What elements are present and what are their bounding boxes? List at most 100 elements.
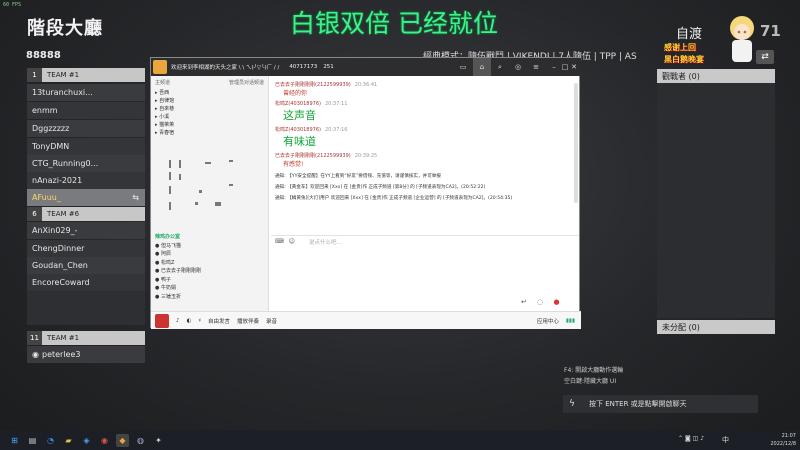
search-icon[interactable]: ⌕ <box>491 58 509 76</box>
player-slot[interactable]: nAnazi-2021 <box>27 172 145 189</box>
fps-counter: 60 FPS <box>3 2 22 8</box>
channel-name-art <box>169 160 233 210</box>
member-item[interactable]: ● 松鸣Z <box>155 259 269 268</box>
player-slot-selected[interactable]: AFuuu_ ⇆ <box>27 189 145 206</box>
player-slot[interactable]: enmm <box>27 102 145 119</box>
member-group: 辣鸡办公室 <box>155 234 181 240</box>
channel-item[interactable]: ▸ 自來巷 <box>155 105 268 113</box>
player-slot[interactable]: ◉ peterlee3 <box>27 346 145 363</box>
team-header: 1 TEAM #1 <box>27 68 145 82</box>
online-count: 251 <box>323 64 334 70</box>
record-button[interactable]: 录音 <box>266 317 277 325</box>
streamer-name: 自渡 <box>676 27 703 42</box>
member-item[interactable]: ● 阿辰 <box>155 250 269 259</box>
system-notice: 通知: 【橘黄兔][大灯]用户 欢迎回来 [Xxx] 在 [金贵]作 正成子频道… <box>275 196 513 201</box>
tray-icons[interactable]: ⌃ ◙ ◫ ♪ <box>678 435 704 442</box>
edge-icon[interactable]: ◔ <box>44 434 57 447</box>
observers-header: 觀戰者 (0) <box>657 69 775 83</box>
send-controls: ↵ ◌ ● <box>521 298 560 306</box>
member-item[interactable]: ● 三锤玉折 <box>155 293 269 302</box>
swap-icon[interactable]: ⇆ <box>132 193 139 202</box>
mixer-icon[interactable]: ♯ <box>198 318 201 324</box>
chat-message: 松鸣Z(403018976) 20:37:16 有味道 <box>275 127 348 148</box>
team-header: 11 TEAM #1 <box>27 331 145 345</box>
emoji-icon[interactable]: ☺ <box>289 238 295 245</box>
player-slot[interactable]: Dggzzzzz <box>27 120 145 137</box>
app-icon[interactable]: ✦ <box>152 434 165 447</box>
sticker-text: 感谢上回 黑白鹅晚宴 <box>664 43 704 64</box>
close-icon[interactable]: ✕ <box>567 58 581 76</box>
player-slot[interactable]: TonyDMN <box>27 138 145 155</box>
stream-overlay-text: 白银双倍 已经就位 <box>290 9 498 38</box>
key-hints: F4: 開啟大廳動作選輪 空白鍵:隱藏大廳 UI <box>564 367 624 385</box>
play-accompaniment-button[interactable]: 播放伴奏 <box>237 317 259 325</box>
gamepad-icon[interactable]: ◎ <box>509 58 527 76</box>
chat-bubble-icon[interactable]: ◌ <box>537 298 543 306</box>
lobby-menu-button[interactable]: ⇄ <box>756 50 774 64</box>
player-slot[interactable]: EncoreCoward <box>27 274 145 291</box>
channel-item[interactable]: ▸ 猫茉茉 <box>155 121 268 129</box>
room-code: 88888 <box>26 50 61 61</box>
player-slot[interactable]: ChengDinner <box>27 240 145 257</box>
record-icon[interactable]: ● <box>553 298 559 306</box>
chat-message: 已去去子剛剛剛剛(2122599939) 20:36:41 曾经的你 <box>275 82 378 97</box>
channel-tree: ▸ 吾西 ▸ 自律馆 ▸ 自來巷 ▸ 小溪 ▸ 猫茉茉 ▸ 青春宿 <box>151 89 268 137</box>
free-speak-button[interactable]: 自由发言 <box>208 317 230 325</box>
ime-indicator[interactable]: 中 <box>722 435 729 445</box>
empty-slot[interactable] <box>27 291 145 308</box>
player-slot[interactable]: CTG_Running0... <box>27 155 145 172</box>
channel-item[interactable]: ▸ 自律馆 <box>155 97 268 105</box>
system-notice: 通知: 【黄金车】欢迎回来 [Xxx] 在 [金贵]作 正成子频道 [第8分] … <box>275 185 486 190</box>
player-slot[interactable]: 13turanchuxi... <box>27 84 145 101</box>
send-icon[interactable]: ↵ <box>521 298 527 306</box>
channel-panel: 主频道 管理员对话频道 ▸ 吾西 ▸ 自律馆 ▸ 自來巷 ▸ 小溪 ▸ 猫茉茉 ▸… <box>151 76 269 329</box>
member-item[interactable]: ● 牛奶娟 <box>155 284 269 293</box>
player-slot[interactable]: AnXin029_- <box>27 222 145 239</box>
channel-tree-header: 主频道 管理员对话频道 <box>155 80 264 86</box>
lobby-title: 階段大廳 <box>27 18 103 39</box>
task-view-icon[interactable]: ▤ <box>26 434 39 447</box>
chat-bar[interactable]: ϟ 按下 ENTER 或是點擊開啟聊天 <box>563 395 758 413</box>
channel-item[interactable]: ▸ 吾西 <box>155 89 268 97</box>
observers-list <box>657 83 775 318</box>
chat-scrollbar[interactable] <box>574 83 578 203</box>
player-slot[interactable]: Goudan_Chen <box>27 257 145 274</box>
chat-message: 松鸣Z(403018976) 20:37:11 这声音 <box>275 101 348 122</box>
member-item[interactable]: ● 鸭子 <box>155 276 269 285</box>
channel-item[interactable]: ▸ 青春宿 <box>155 129 268 137</box>
channel-item[interactable]: ▸ 小溪 <box>155 113 268 121</box>
bottom-toolbar: ♪ ◐ ♯ 自由发言 播放伴奏 录音 应用中心 ▮▮▮ <box>151 311 581 329</box>
system-notice: 通知: 【YY安全提醒】在YY上看到“好友”要借钱、充值等，请谨慎核实，并可举报 <box>275 174 441 179</box>
windows-start-icon[interactable]: ⊞ <box>8 434 21 447</box>
player-icon: ◉ <box>32 350 39 359</box>
clock[interactable]: 21:07 2022/12/8 <box>770 432 796 448</box>
member-item[interactable]: ● 已去去子剛剛剛剛 <box>155 267 269 276</box>
home-icon[interactable]: ⌂ <box>473 58 491 76</box>
channel-title: 欢迎来到李相湖的天头之家 \ \ ㄟ(╯▽╰)ㄏ / / <box>171 65 280 71</box>
app-icon[interactable]: ◉ <box>98 434 111 447</box>
app-icon[interactable]: ◈ <box>80 434 93 447</box>
lightning-icon: ϟ <box>569 399 575 409</box>
chat-message: 已去去子剛剛剛剛(2122599939) 20:39:25 有感觉! <box>275 153 378 168</box>
channel-id: 40717173 <box>289 64 318 70</box>
member-item[interactable]: ● 但马飞猫 <box>155 242 269 251</box>
windows-taskbar: ⊞ ▤ ◔ ▰ ◈ ◉ ◆ ◍ ✦ ⌃ ◙ ◫ ♪ 中 21:07 2022/1… <box>0 430 800 450</box>
team-header: 6 TEAM #6 <box>27 207 145 221</box>
yy-voice-window: 欢迎来到李相湖的天头之家 \ \ ㄟ(╯▽╰)ㄏ / / 40717173 25… <box>150 57 581 329</box>
yy-brand-icon <box>155 313 169 328</box>
message-input[interactable]: 说点什么吧... <box>309 238 342 246</box>
app-center-button[interactable]: 应用中心 <box>537 317 559 325</box>
explorer-icon[interactable]: ▰ <box>62 434 75 447</box>
chat-log: 已去去子剛剛剛剛(2122599939) 20:36:41 曾经的你 松鸣Z(40… <box>271 78 571 236</box>
member-list: 辣鸡办公室 ● 但马飞猫 ● 阿辰 ● 松鸣Z ● 已去去子剛剛剛剛 ● 鸭子 … <box>151 233 269 301</box>
unassigned-header: 未分配 (0) <box>657 320 775 334</box>
steam-icon[interactable]: ◍ <box>134 434 147 447</box>
speaker-icon[interactable]: ◐ <box>187 318 192 324</box>
video-icon[interactable]: ▭ <box>454 58 472 76</box>
yy-taskbar-icon[interactable]: ◆ <box>116 433 129 447</box>
mic-icon[interactable]: ♪ <box>176 318 180 324</box>
empty-slot[interactable] <box>27 308 145 325</box>
menu-icon[interactable]: ≡ <box>527 58 545 76</box>
gamepad-icon[interactable]: ⌨ <box>275 238 284 245</box>
signal-icon: ▮▮▮ <box>565 317 575 324</box>
